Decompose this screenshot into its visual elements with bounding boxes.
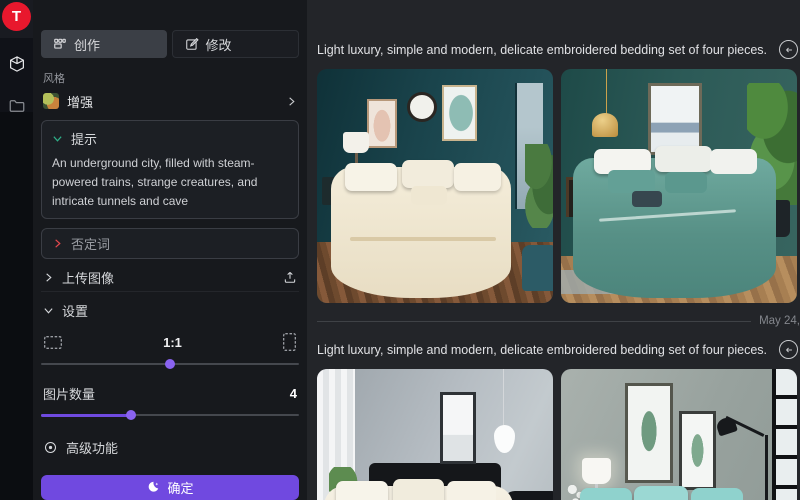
settings-header[interactable]: 设置 <box>41 296 299 324</box>
negative-label: 否定词 <box>71 234 110 253</box>
pillow <box>447 481 497 500</box>
portrait-ratio-icon[interactable] <box>282 332 297 352</box>
generation-panel: 创作 修改 风格 增强 提示 An underground ci <box>33 0 307 500</box>
floor-lamp-pole <box>765 435 768 500</box>
table-lamp <box>343 132 369 153</box>
mode-tabs: 创作 修改 <box>41 30 299 58</box>
generated-image-4[interactable] <box>561 369 797 500</box>
advanced-features-label: 高级功能 <box>66 438 118 457</box>
app-window: T 创作 <box>0 0 800 500</box>
wall-frame <box>679 411 716 490</box>
pillow <box>580 488 632 500</box>
pillow <box>632 191 663 207</box>
settings-label: 设置 <box>62 301 88 320</box>
generation-row-1 <box>317 69 800 303</box>
style-value: 增强 <box>67 92 278 111</box>
gallery: Light luxury, simple and modern, delicat… <box>307 0 800 500</box>
generation-header-2: Light luxury, simple and modern, delicat… <box>317 340 800 359</box>
pillow <box>393 479 445 500</box>
window <box>772 369 797 500</box>
pillow <box>345 163 397 191</box>
chevron-down-icon <box>52 133 63 144</box>
chevron-right-icon <box>52 238 63 249</box>
generated-image-3[interactable] <box>317 369 553 500</box>
duvet-trim <box>350 237 496 241</box>
advanced-features-row[interactable]: 高级功能 <box>41 438 299 457</box>
tab-create-label: 创作 <box>74 35 100 54</box>
date-divider: May 24, <box>317 314 800 328</box>
pillow <box>655 146 712 172</box>
wall-frame <box>367 99 397 147</box>
wall-frame <box>440 392 477 464</box>
image-count-slider[interactable] <box>41 410 299 419</box>
style-thumbnail <box>43 93 59 109</box>
armchair <box>522 245 553 292</box>
reuse-prompt-icon[interactable] <box>779 40 798 59</box>
generated-image-1[interactable] <box>317 69 553 303</box>
generation-row-2 <box>317 369 800 500</box>
upload-label: 上传图像 <box>62 268 114 287</box>
aspect-ratio-slider[interactable] <box>41 359 299 368</box>
app-rail: T <box>0 0 33 500</box>
generation-caption: Light luxury, simple and modern, delicat… <box>317 343 767 357</box>
tab-edit[interactable]: 修改 <box>172 30 300 58</box>
pendant-cord <box>606 69 608 116</box>
plant <box>525 144 553 228</box>
pillow <box>402 160 454 188</box>
eye-icon <box>43 440 58 455</box>
folder-icon[interactable] <box>8 97 26 115</box>
pillow <box>608 170 655 193</box>
pillow <box>691 488 743 500</box>
pendant-cord <box>503 369 504 430</box>
tab-create[interactable]: 创作 <box>41 30 167 58</box>
pillow <box>454 163 501 191</box>
date-label: May 24, <box>759 315 800 327</box>
prompt-label: 提示 <box>71 129 97 148</box>
generation-caption: Light luxury, simple and modern, delicat… <box>317 43 767 57</box>
wall-frame <box>625 383 673 483</box>
generation-header-1: Light luxury, simple and modern, delicat… <box>317 40 800 59</box>
aspect-ratio-value: 1:1 <box>163 335 182 350</box>
pillow <box>710 149 757 175</box>
moon-sparkle-icon <box>146 480 160 494</box>
chevron-right-icon <box>43 272 54 283</box>
table-lamp <box>582 458 610 484</box>
wall-clock <box>407 92 437 122</box>
prompt-box[interactable]: 提示 An underground city, filled with stea… <box>41 120 299 219</box>
pillow <box>411 186 446 205</box>
image-count-row: 图片数量 4 <box>41 384 299 403</box>
confirm-button[interactable]: 确定 <box>41 475 299 500</box>
prompt-text[interactable]: An underground city, filled with steam-p… <box>52 154 288 210</box>
negative-prompt-box[interactable]: 否定词 <box>41 228 299 259</box>
landscape-ratio-icon[interactable] <box>43 335 63 350</box>
wall-frame <box>648 83 701 155</box>
image-count-value: 4 <box>290 386 297 401</box>
image-count-label: 图片数量 <box>43 384 95 403</box>
generated-image-2[interactable] <box>561 69 797 303</box>
confirm-button-label: 确定 <box>167 478 193 497</box>
model-cube-icon[interactable] <box>8 55 26 73</box>
user-avatar[interactable]: T <box>2 2 31 31</box>
chevron-right-icon <box>286 96 297 107</box>
pillow <box>336 481 388 500</box>
wall-frame <box>442 85 477 140</box>
reuse-prompt-icon[interactable] <box>779 340 798 359</box>
tab-edit-label: 修改 <box>206 35 232 54</box>
upload-icon[interactable] <box>283 270 297 284</box>
pillow <box>634 486 688 500</box>
style-section-label: 风格 <box>43 70 297 86</box>
upload-image-row[interactable]: 上传图像 <box>41 263 299 292</box>
pillow <box>665 172 707 193</box>
pendant-lamp <box>592 113 618 136</box>
chevron-down-icon <box>43 305 54 316</box>
style-selector[interactable]: 增强 <box>41 91 299 111</box>
aspect-ratio-row: 1:1 <box>41 332 299 352</box>
